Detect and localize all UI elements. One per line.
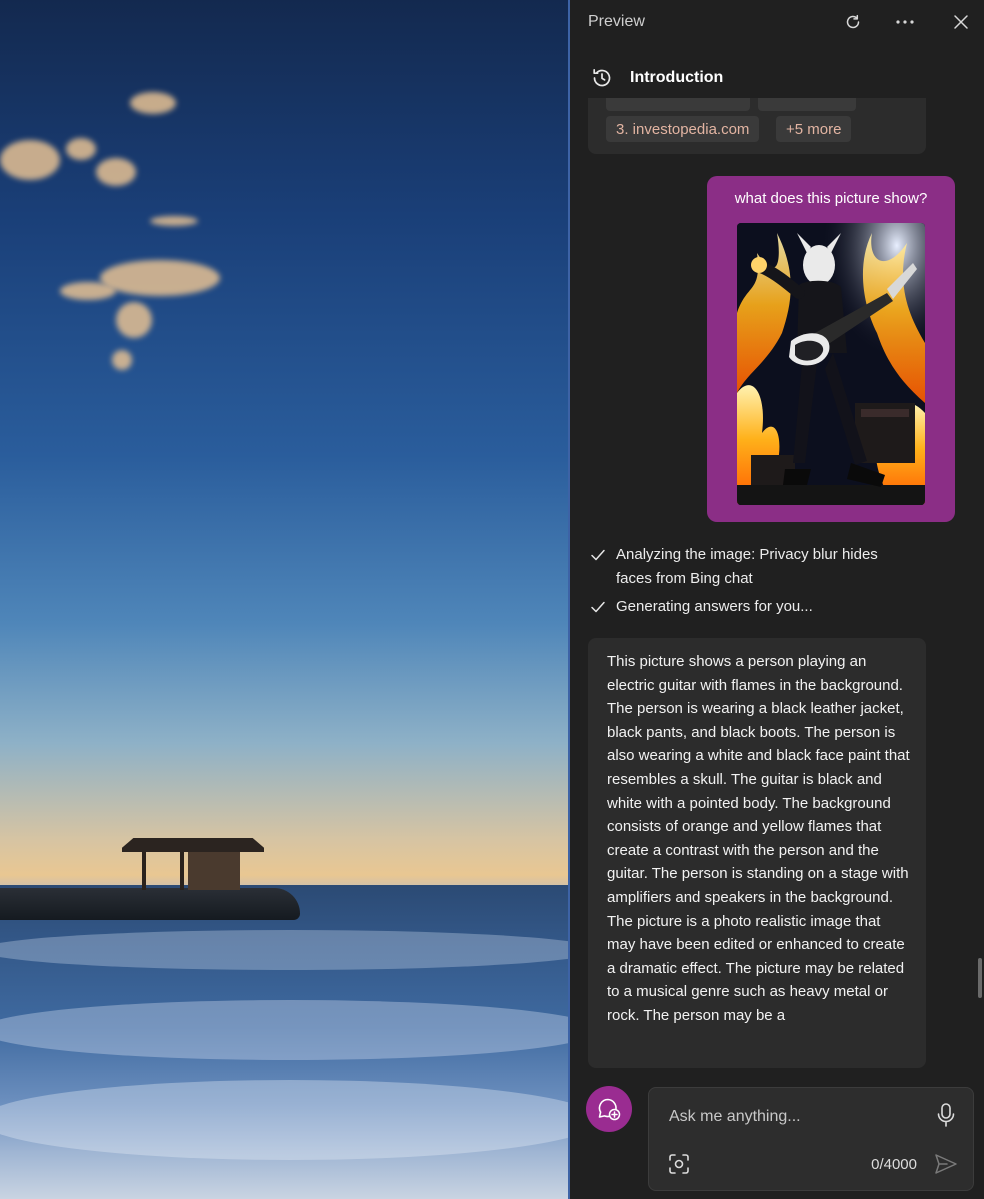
refresh-button[interactable] <box>839 8 867 36</box>
cloud <box>66 138 96 160</box>
cloud <box>0 140 60 180</box>
more-options-button[interactable] <box>891 8 919 36</box>
microphone-icon[interactable] <box>935 1102 957 1128</box>
hut-roof <box>122 838 264 852</box>
chat-input[interactable] <box>667 1104 921 1130</box>
send-icon[interactable] <box>933 1152 959 1176</box>
cloud <box>116 302 152 338</box>
more-sources-chip[interactable]: +5 more <box>776 116 852 142</box>
scrollbar-thumb[interactable] <box>978 958 982 998</box>
status-row: Analyzing the image: Privacy blur hides … <box>590 543 916 591</box>
user-message-text: what does this picture show? <box>734 190 928 207</box>
cloud <box>112 350 132 370</box>
pane-header: Preview <box>570 0 984 44</box>
cloud <box>130 92 176 114</box>
cloud <box>60 282 116 300</box>
status-text: Analyzing the image: Privacy blur hides … <box>616 546 878 587</box>
pane-title: Preview <box>588 13 645 30</box>
answer-text: This picture shows a person playing an e… <box>607 653 910 1024</box>
source-chip[interactable] <box>606 98 750 111</box>
source-chip[interactable]: 3. investopedia.com <box>606 116 760 142</box>
sources-card: 3. investopedia.com +5 more <box>588 98 926 154</box>
hut <box>188 852 240 890</box>
check-icon <box>591 549 605 561</box>
more-icon <box>896 20 914 24</box>
chat-title: Introduction <box>630 69 724 86</box>
cloud <box>100 260 220 296</box>
character-counter: 0/4000 <box>871 1156 917 1173</box>
hut-post <box>142 852 146 890</box>
composer-box: 0/4000 <box>648 1087 974 1191</box>
wave <box>0 1080 568 1160</box>
guitarist-in-flames-image <box>737 223 925 505</box>
cloud <box>150 216 198 226</box>
refresh-icon <box>846 14 860 29</box>
new-topic-button[interactable] <box>586 1086 632 1132</box>
status-text: Generating answers for you... <box>616 598 813 615</box>
check-icon <box>591 601 605 613</box>
close-icon <box>954 15 968 29</box>
wave <box>0 1000 568 1060</box>
hut-post <box>180 852 184 890</box>
user-message: what does this picture show? <box>707 176 955 522</box>
cloud <box>96 158 136 186</box>
image-capture-icon[interactable] <box>667 1152 691 1176</box>
chat-header: Introduction <box>570 58 984 98</box>
history-icon[interactable] <box>590 66 614 90</box>
new-topic-icon <box>598 1098 621 1121</box>
assistant-answer: This picture shows a person playing an e… <box>588 638 926 1068</box>
wave <box>0 930 568 970</box>
status-row: Generating answers for you... <box>590 595 916 619</box>
pier <box>0 888 300 920</box>
desktop-wallpaper <box>0 0 568 1199</box>
copilot-pane: Preview Introduction 3. investopedia.com… <box>570 0 984 1199</box>
source-chip[interactable] <box>758 98 856 111</box>
uploaded-image[interactable] <box>737 223 925 505</box>
close-button[interactable] <box>947 8 975 36</box>
